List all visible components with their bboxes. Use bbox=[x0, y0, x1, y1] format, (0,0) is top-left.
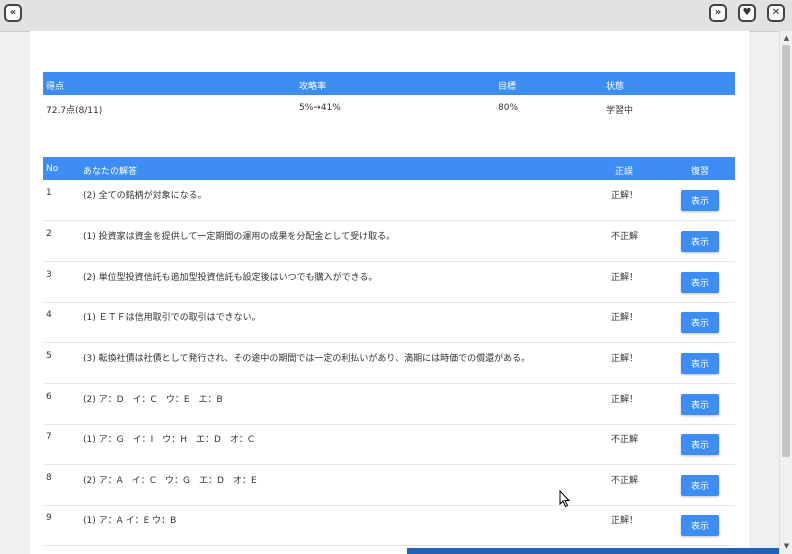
summary-table-header: 得点 攻略率 目標 状態 bbox=[43, 72, 735, 95]
row-no: 1 bbox=[46, 188, 52, 198]
row-no: 6 bbox=[46, 392, 52, 402]
row-result: 不正解 bbox=[611, 476, 639, 486]
heart-icon[interactable]: ♥ bbox=[738, 4, 756, 22]
row-no: 5 bbox=[46, 351, 52, 361]
row-result: 正解！ bbox=[611, 354, 639, 364]
table-row: 6 (2) ア：D イ：C ウ：E エ：B 正解！ 表示 bbox=[43, 384, 735, 425]
taskbar-strip bbox=[407, 548, 779, 554]
browser-toolbar: « » ♥ ✕ bbox=[0, 0, 792, 32]
show-button[interactable]: 表示 bbox=[681, 515, 719, 536]
target-header: 目標 bbox=[498, 82, 517, 92]
show-button[interactable]: 表示 bbox=[681, 434, 719, 455]
row-answer: (2) ア：D イ：C ウ：E エ：B bbox=[83, 395, 223, 405]
chevron-double-right-icon[interactable]: » bbox=[709, 4, 727, 22]
show-button[interactable]: 表示 bbox=[681, 312, 719, 333]
table-row: 7 (1) ア：G イ：I ウ：H エ：D オ：C 不正解 表示 bbox=[43, 424, 735, 465]
answer-header: あなたの解答 bbox=[83, 167, 138, 177]
close-icon[interactable]: ✕ bbox=[767, 4, 785, 22]
row-result: 正解！ bbox=[611, 516, 639, 526]
review-header: 復習 bbox=[691, 167, 710, 177]
table-row: 8 (2) ア：A イ：C ウ：G エ：D オ：E 不正解 表示 bbox=[43, 465, 735, 506]
table-row: 9 (1) ア：A イ：E ウ：B 正解！ 表示 bbox=[43, 505, 735, 546]
mouse-cursor-icon bbox=[559, 490, 571, 508]
table-row: 5 (3) 転換社債は社債として発行され、その途中の期間では一定の利払いがあり、… bbox=[43, 343, 735, 384]
row-answer: (2) 全ての銘柄が対象になる。 bbox=[83, 191, 207, 201]
row-result: 正解！ bbox=[611, 313, 639, 323]
row-answer: (1) 投資家は資金を提供して一定期間の運用の成果を分配金として受け取る。 bbox=[83, 232, 396, 242]
progress-value: 5%→41% bbox=[299, 103, 341, 113]
scroll-up-arrow-icon[interactable]: ▲ bbox=[781, 33, 792, 44]
status-value: 学習中 bbox=[606, 106, 634, 116]
row-result: 正解！ bbox=[611, 395, 639, 405]
row-no: 4 bbox=[46, 310, 52, 320]
chevron-double-up-icon[interactable]: « bbox=[4, 4, 22, 22]
table-row: 4 (1) ＥＴＦは信用取引での取引はできない。 正解！ 表示 bbox=[43, 302, 735, 343]
show-button[interactable]: 表示 bbox=[681, 353, 719, 374]
row-no: 7 bbox=[46, 432, 52, 442]
scrollbar-thumb[interactable] bbox=[782, 45, 790, 457]
show-button[interactable]: 表示 bbox=[681, 475, 719, 496]
results-panel: 得点 攻略率 目標 状態 72.7点(8/11) 5%→41% 80% 学習中 … bbox=[30, 31, 749, 554]
row-no: 9 bbox=[46, 513, 52, 523]
vertical-scrollbar[interactable]: ▲ ▼ bbox=[779, 31, 792, 554]
row-result: 正解！ bbox=[611, 191, 639, 201]
row-answer: (3) 転換社債は社債として発行され、その途中の期間では一定の利払いがあり、満期… bbox=[83, 354, 531, 364]
row-answer: (1) ＥＴＦは信用取引での取引はできない。 bbox=[83, 313, 261, 323]
show-button[interactable]: 表示 bbox=[681, 190, 719, 211]
answers-table-header: No あなたの解答 正誤 復習 bbox=[43, 157, 735, 180]
show-button[interactable]: 表示 bbox=[681, 272, 719, 293]
table-row: 3 (2) 単位型投資信託も追加型投資信託も設定後はいつでも購入ができる。 正解… bbox=[43, 262, 735, 303]
status-header: 状態 bbox=[606, 82, 625, 92]
scroll-down-arrow-icon[interactable]: ▼ bbox=[781, 541, 792, 552]
row-no: 2 bbox=[46, 229, 52, 239]
table-row: 1 (2) 全ての銘柄が対象になる。 正解！ 表示 bbox=[43, 180, 735, 221]
row-result: 不正解 bbox=[611, 435, 639, 445]
row-answer: (2) 単位型投資信託も追加型投資信託も設定後はいつでも購入ができる。 bbox=[83, 273, 378, 283]
row-no: 8 bbox=[46, 473, 52, 483]
row-result: 正解！ bbox=[611, 273, 639, 283]
no-header: No bbox=[46, 164, 59, 174]
row-answer: (1) ア：A イ：E ウ：B bbox=[83, 516, 177, 526]
progress-header: 攻略率 bbox=[299, 82, 327, 92]
result-header: 正誤 bbox=[615, 167, 634, 177]
score-value: 72.7点(8/11) bbox=[46, 106, 103, 116]
row-result: 不正解 bbox=[611, 232, 639, 242]
show-button[interactable]: 表示 bbox=[681, 231, 719, 252]
target-value: 80% bbox=[498, 103, 519, 113]
score-header: 得点 bbox=[46, 82, 65, 92]
row-answer: (1) ア：G イ：I ウ：H エ：D オ：C bbox=[83, 435, 255, 445]
row-answer: (2) ア：A イ：C ウ：G エ：D オ：E bbox=[83, 476, 257, 486]
show-button[interactable]: 表示 bbox=[681, 394, 719, 415]
table-row: 2 (1) 投資家は資金を提供して一定期間の運用の成果を分配金として受け取る。 … bbox=[43, 221, 735, 262]
row-no: 3 bbox=[46, 270, 52, 280]
